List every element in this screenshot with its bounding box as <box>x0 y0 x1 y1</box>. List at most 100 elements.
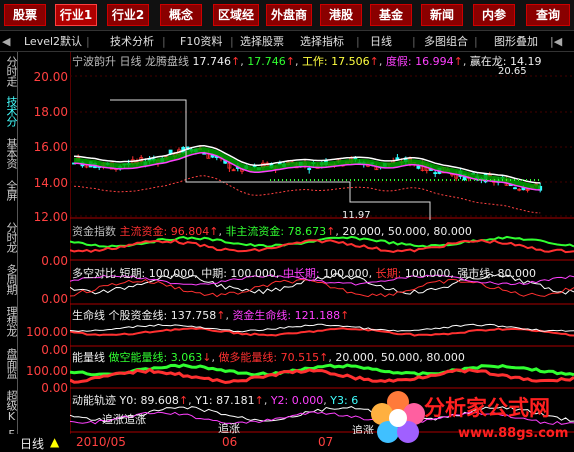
work-label: 工作: <box>301 55 328 68</box>
tab-ideal-dragon[interactable]: 理想龙 <box>1 306 17 342</box>
y-axis-label: 0.00 <box>41 292 68 306</box>
tab-super-k[interactable]: 超级K <box>1 390 17 426</box>
tab-technical[interactable]: 技术分 <box>1 96 17 132</box>
stock-fund-label: 个股资金线: <box>108 309 168 322</box>
panel4-name: 生命线 <box>72 309 105 322</box>
chase-tag: 追涨 <box>124 413 146 426</box>
multi-chart-button[interactable]: 多图组合 <box>424 34 468 50</box>
top-navigation: 股票 行业1 行业2 概念 区域经 外盘商 港股 基金 新闻 内参 查询 <box>0 0 574 30</box>
y-axis-label: 100.00 <box>26 364 68 378</box>
pick-indicator-button[interactable]: 选择指标 <box>300 34 344 50</box>
y2-value: 0.000 <box>291 394 324 407</box>
nav-stocks[interactable]: 股票 <box>4 4 46 26</box>
price-low-label: 11.97 <box>342 210 371 221</box>
nav-industry1[interactable]: 行业1 <box>55 4 97 26</box>
month-label: 07 <box>318 435 334 449</box>
y-axis-label: 0.00 <box>41 381 68 395</box>
panel5-title: 能量线 做空能量线: 3.063↓, 做多能量线: 70.515↑, 20.00… <box>72 351 465 364</box>
separator: | <box>412 35 416 48</box>
nav-concept[interactable]: 概念 <box>160 4 202 26</box>
indicator-name: 龙腾盘线 <box>145 55 189 68</box>
separator: | <box>86 35 90 48</box>
panel3-name: 多空对比 <box>72 267 116 280</box>
y0-value: 89.608 <box>140 394 179 407</box>
nav-region[interactable]: 区域经 <box>213 4 259 26</box>
nav-query[interactable]: 查询 <box>526 4 570 26</box>
left-tabs: 分时走 技术分 基本资 全屏 分时龙 多周期 理想龙 盘面监 超级K F1 <box>0 52 18 452</box>
panel5-name: 能量线 <box>72 351 105 364</box>
y-axis-label: 100.00 <box>26 325 68 339</box>
y0-label: Y0: <box>119 394 137 407</box>
toolbar-more-icon[interactable]: |◀ <box>550 34 562 50</box>
pick-stock-button[interactable]: 选择股票 <box>240 34 284 50</box>
tab-timeshare-dragon[interactable]: 分时龙 <box>1 222 17 258</box>
logo-title: 分析家公式网 <box>424 396 550 420</box>
candle-body <box>416 165 421 169</box>
tab-timeshare[interactable]: 分时走 <box>1 56 17 92</box>
indicator-line <box>70 278 574 298</box>
strong-line-value: 80.000 <box>497 267 537 280</box>
short-energy-value: 3.063 <box>170 351 203 364</box>
tab-board-monitor[interactable]: 盘面监 <box>1 348 17 384</box>
period-indicator[interactable]: 日线 <box>20 435 44 452</box>
panel5-levels: 20.000, 50.000, 80.000 <box>335 351 465 364</box>
y-axis-label: 0.00 <box>41 343 68 357</box>
long-term-value: 100.000, <box>404 267 454 280</box>
candle-body <box>395 157 400 160</box>
long-energy-label: 做多能量线: <box>218 351 278 364</box>
indicator-value-1: 17.746 <box>192 55 232 68</box>
indicator-line <box>70 238 574 254</box>
indicator-value-2: 17.746 <box>247 55 286 68</box>
period-button[interactable]: 日线 <box>370 34 392 50</box>
main-fund-value: 96.804 <box>170 225 210 238</box>
chase-tag: 追涨 <box>102 413 124 426</box>
y3-value: 6 <box>351 394 359 407</box>
stock-name: 宁波韵升 <box>72 55 116 68</box>
stock-fund-value: 137.758 <box>170 309 217 322</box>
lifeline-value: 121.188 <box>294 309 341 322</box>
month-label: 06 <box>222 435 238 449</box>
tech-analysis-button[interactable]: 技术分析 <box>110 34 154 50</box>
nonmain-fund-label: 非主流资金: <box>225 225 285 238</box>
nav-hk[interactable]: 港股 <box>320 4 362 26</box>
y-axis-label: 20.00 <box>33 70 68 84</box>
work-value: 17.506 <box>331 55 370 68</box>
panel6-name: 动能轨迹 <box>72 394 116 407</box>
indicator-line <box>70 367 574 385</box>
short-energy-label: 做空能量线: <box>108 351 168 364</box>
mid-term-value: 100.000, <box>230 267 280 280</box>
panel3-title: 多空对比 短期: 100.000, 中期: 100.000, 中长期: 100.… <box>72 265 536 281</box>
y-axis-label: 16.00 <box>33 140 68 154</box>
warning-triangle-icon: ▲ <box>50 435 60 449</box>
back-arrow-icon[interactable]: ◀ <box>2 34 10 50</box>
short-term-value: 100.000, <box>148 267 198 280</box>
tab-multi-period[interactable]: 多周期 <box>1 264 17 300</box>
long-energy-value: 70.515 <box>280 351 320 364</box>
nav-news[interactable]: 新闻 <box>421 4 463 26</box>
main-panel-title: 宁波韵升 日线 龙腾盘线 17.746↑, 17.746↑, 工作: 17.50… <box>72 55 542 68</box>
level2-button[interactable]: Level2默认 <box>24 34 82 50</box>
candle-body <box>433 172 438 175</box>
overlay-button[interactable]: 图形叠加 <box>494 34 538 50</box>
candlesticks <box>72 145 543 193</box>
tab-fundamental[interactable]: 基本资 <box>1 138 17 174</box>
lifeline-label: 资金生命线: <box>232 309 292 322</box>
strong-line-label: 强市线: <box>457 267 495 280</box>
f10-button[interactable]: F10资料 <box>180 34 222 50</box>
candle-body <box>513 187 517 190</box>
tab-fullscreen[interactable]: 全屏 <box>1 180 17 208</box>
nav-internal[interactable]: 内参 <box>473 4 515 26</box>
separator: | <box>474 35 478 48</box>
y-axis-label: 0.00 <box>41 254 68 268</box>
separator: | <box>356 35 360 48</box>
mid-long-label: 中长期: <box>282 267 320 280</box>
y1-label: Y1: <box>195 394 213 407</box>
nav-fund[interactable]: 基金 <box>370 4 412 26</box>
nav-foreign[interactable]: 外盘商 <box>266 4 312 26</box>
panel2-name: 资金指数 <box>72 225 116 238</box>
logo-url: www.88gs.com <box>458 426 569 441</box>
panel6-title: 动能轨迹 Y0: 89.608↑, Y1: 87.181↑, Y2: 0.000… <box>72 394 359 407</box>
nav-industry2[interactable]: 行业2 <box>107 4 149 26</box>
short-term-label: 短期: <box>119 267 146 280</box>
panel2-levels: 20.000, 50.000, 80.000 <box>342 225 472 238</box>
